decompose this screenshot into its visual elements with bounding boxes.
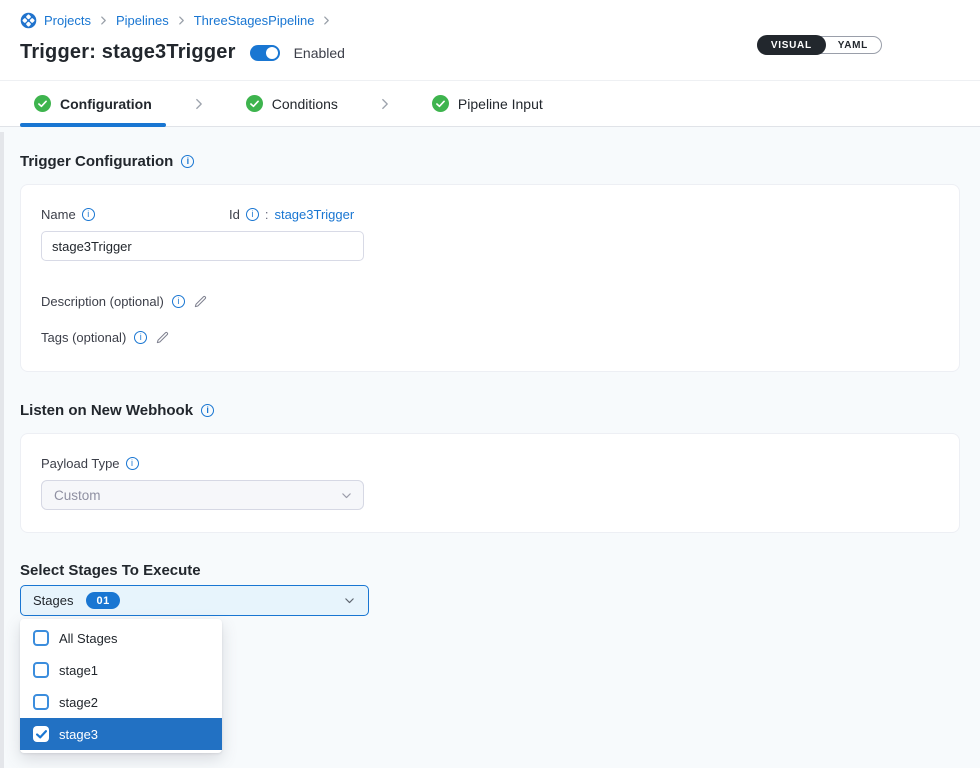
stages-dropdown-label: Stages — [33, 593, 73, 608]
enabled-toggle[interactable] — [250, 45, 280, 61]
id-separator: : — [265, 207, 269, 222]
main-content: Trigger Configuration Name Id : stage3Tr… — [0, 127, 980, 753]
description-label: Description (optional) — [41, 294, 164, 309]
visual-yaml-toggle: VISUAL YAML — [757, 36, 882, 54]
edit-tags-icon[interactable] — [155, 330, 170, 345]
tab-label: Pipeline Input — [458, 96, 543, 112]
trigger-page: Projects Pipelines ThreeStagesPipeline T… — [0, 0, 980, 768]
page-header: Projects Pipelines ThreeStagesPipeline T… — [0, 0, 980, 81]
breadcrumb-link-pipeline-name[interactable]: ThreeStagesPipeline — [194, 13, 315, 28]
chevron-right-icon — [192, 81, 206, 126]
page-edge-strip — [0, 132, 4, 768]
name-field-label: Name — [41, 207, 229, 222]
tags-label: Tags (optional) — [41, 330, 126, 345]
payload-type-label: Payload Type — [41, 456, 939, 471]
chevron-right-icon — [176, 15, 187, 26]
edit-description-icon[interactable] — [193, 294, 208, 309]
tab-conditions[interactable]: Conditions — [232, 81, 352, 126]
checkbox-unchecked[interactable] — [33, 630, 49, 646]
description-row: Description (optional) — [41, 294, 939, 309]
tags-row: Tags (optional) — [41, 330, 939, 345]
payload-type-value: Custom — [54, 488, 101, 503]
trigger-configuration-card: Name Id : stage3Trigger Description (opt… — [20, 184, 960, 372]
menu-item-label: stage3 — [59, 727, 98, 742]
menu-item-all-stages[interactable]: All Stages — [20, 622, 222, 654]
checkbox-checked[interactable] — [33, 726, 49, 742]
section-title: Select Stages To Execute — [20, 562, 201, 579]
enabled-label: Enabled — [294, 45, 345, 61]
chevron-right-icon — [378, 81, 392, 126]
name-input[interactable] — [41, 231, 364, 261]
toggle-knob — [266, 47, 278, 59]
info-icon[interactable] — [172, 295, 185, 308]
webhook-heading: Listen on New Webhook — [20, 402, 960, 419]
menu-item-stage1[interactable]: stage1 — [20, 654, 222, 686]
stages-multiselect-dropdown[interactable]: Stages 01 — [20, 585, 369, 616]
menu-item-label: stage1 — [59, 663, 98, 678]
select-stages-heading: Select Stages To Execute — [20, 562, 960, 579]
check-circle-icon — [432, 95, 449, 112]
trigger-id: Id : stage3Trigger — [229, 207, 354, 222]
menu-item-label: All Stages — [59, 631, 118, 646]
tab-pipeline-input[interactable]: Pipeline Input — [418, 81, 557, 126]
trigger-id-value[interactable]: stage3Trigger — [274, 207, 354, 222]
chevron-down-icon — [343, 594, 356, 607]
menu-item-label: stage2 — [59, 695, 98, 710]
section-title: Trigger Configuration — [20, 153, 173, 170]
yaml-toggle-button[interactable]: YAML — [824, 35, 882, 55]
stages-dropdown-menu: All Stages stage1 stage2 stage3 — [20, 619, 222, 753]
tab-label: Conditions — [272, 96, 338, 112]
chevron-right-icon — [98, 15, 109, 26]
project-logo-icon — [20, 12, 37, 29]
selected-count-badge: 01 — [86, 592, 119, 609]
section-title: Listen on New Webhook — [20, 402, 193, 419]
tab-configuration[interactable]: Configuration — [20, 81, 166, 126]
id-label: Id — [229, 207, 240, 222]
tab-label: Configuration — [60, 96, 152, 112]
info-icon[interactable] — [126, 457, 139, 470]
webhook-card: Payload Type Custom — [20, 433, 960, 533]
menu-item-stage2[interactable]: stage2 — [20, 686, 222, 718]
breadcrumb-link-pipelines[interactable]: Pipelines — [116, 13, 169, 28]
info-icon[interactable] — [201, 404, 214, 417]
payload-type-select[interactable]: Custom — [41, 480, 364, 510]
check-circle-icon — [246, 95, 263, 112]
page-title: Trigger: stage3Trigger — [20, 41, 236, 64]
menu-item-stage3[interactable]: stage3 — [20, 718, 222, 750]
checkbox-unchecked[interactable] — [33, 694, 49, 710]
breadcrumb: Projects Pipelines ThreeStagesPipeline — [20, 12, 960, 29]
chevron-down-icon — [340, 489, 353, 502]
trigger-configuration-heading: Trigger Configuration — [20, 153, 960, 170]
breadcrumb-link-projects[interactable]: Projects — [44, 13, 91, 28]
wizard-tabbar: Configuration Conditions Pipeline Input — [0, 81, 980, 127]
checkbox-unchecked[interactable] — [33, 662, 49, 678]
check-circle-icon — [34, 95, 51, 112]
visual-toggle-button[interactable]: VISUAL — [757, 35, 826, 55]
chevron-right-icon — [321, 15, 332, 26]
info-icon[interactable] — [181, 155, 194, 168]
info-icon[interactable] — [134, 331, 147, 344]
info-icon[interactable] — [246, 208, 259, 221]
info-icon[interactable] — [82, 208, 95, 221]
